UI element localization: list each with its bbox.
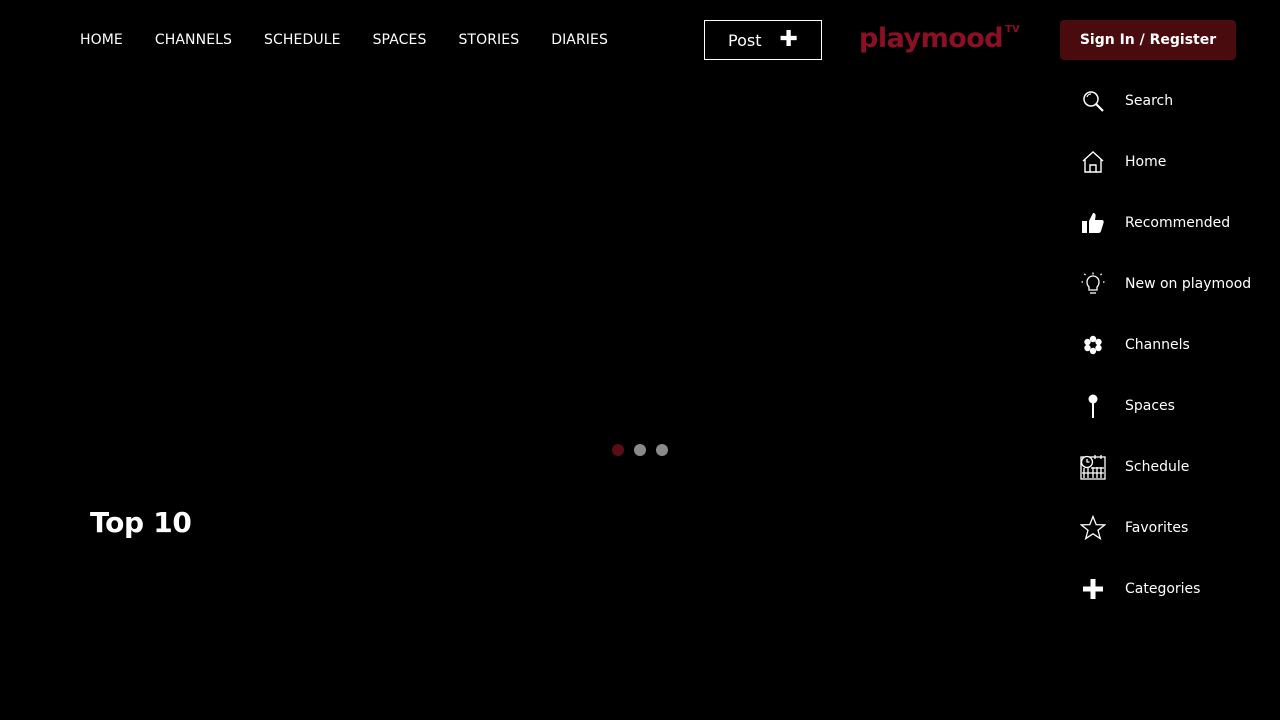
- side-item-label: Spaces: [1125, 398, 1175, 414]
- plus-icon: [1080, 576, 1106, 602]
- lightbulb-icon: [1080, 271, 1106, 297]
- pin-icon: [1080, 393, 1106, 419]
- side-item-label: Home: [1125, 154, 1167, 170]
- side-item-search[interactable]: Search: [1080, 86, 1173, 116]
- carousel-dot[interactable]: [612, 444, 624, 456]
- nav-diaries[interactable]: DIARIES: [551, 30, 608, 50]
- nav-spaces[interactable]: SPACES: [373, 30, 427, 50]
- carousel-dot[interactable]: [634, 444, 646, 456]
- snowflake-icon: [1080, 332, 1106, 358]
- home-icon: [1080, 149, 1106, 175]
- nav-stories[interactable]: STORIES: [458, 30, 519, 50]
- side-item-label: Favorites: [1125, 520, 1189, 536]
- calendar-clock-icon: [1080, 454, 1106, 480]
- carousel-dot[interactable]: [656, 444, 668, 456]
- thumbs-up-icon: [1080, 210, 1106, 236]
- side-item-favorites[interactable]: Favorites: [1080, 513, 1188, 543]
- side-item-home[interactable]: Home: [1080, 147, 1166, 177]
- section-title: Top 10: [90, 506, 192, 539]
- post-button-label: Post: [728, 30, 762, 50]
- nav-schedule[interactable]: SCHEDULE: [264, 30, 341, 50]
- side-item-label: Channels: [1125, 337, 1190, 353]
- nav-channels[interactable]: CHANNELS: [155, 30, 232, 50]
- plus-icon: ✚: [779, 27, 798, 52]
- side-item-label: Search: [1125, 93, 1174, 109]
- side-item-label: New on playmood: [1125, 276, 1252, 292]
- side-item-label: Recommended: [1125, 215, 1231, 231]
- carousel-dots: [612, 444, 668, 456]
- side-item-categories[interactable]: Categories: [1080, 574, 1200, 604]
- logo[interactable]: playmood TV: [859, 22, 1020, 56]
- logo-superscript: TV: [1005, 24, 1020, 35]
- side-item-label: Schedule: [1125, 459, 1190, 475]
- side-item-spaces[interactable]: Spaces: [1080, 391, 1175, 421]
- page: HOME CHANNELS SCHEDULE SPACES STORIES DI…: [0, 0, 1280, 720]
- star-icon: [1080, 515, 1106, 541]
- side-item-label: Categories: [1125, 581, 1201, 597]
- side-item-schedule[interactable]: Schedule: [1080, 452, 1189, 482]
- nav-home[interactable]: HOME: [80, 30, 123, 50]
- side-item-new-on-playmood[interactable]: New on playmood: [1080, 269, 1251, 299]
- side-item-recommended[interactable]: Recommended: [1080, 208, 1230, 238]
- top-nav: HOME CHANNELS SCHEDULE SPACES STORIES DI…: [80, 30, 640, 50]
- side-item-channels[interactable]: Channels: [1080, 330, 1190, 360]
- logo-text: playmood: [859, 23, 1004, 54]
- post-button[interactable]: Post ✚: [704, 20, 822, 60]
- search-icon: [1080, 88, 1106, 114]
- sign-in-register-button[interactable]: Sign In / Register: [1060, 20, 1236, 60]
